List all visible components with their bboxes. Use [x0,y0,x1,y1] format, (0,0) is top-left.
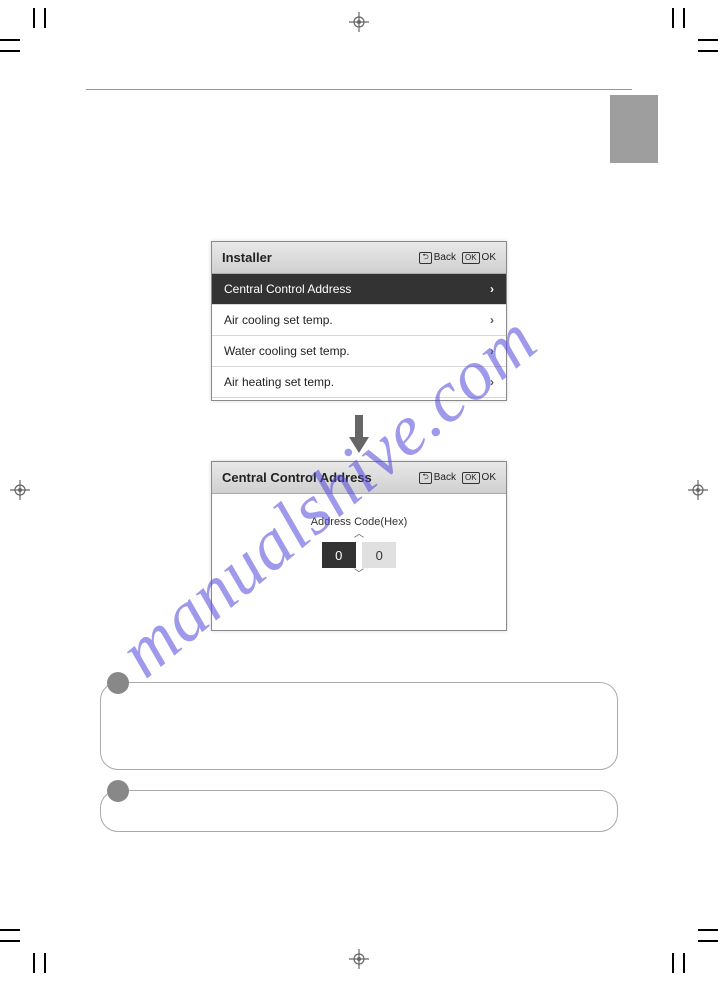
crop-mark [0,50,20,52]
crop-mark [683,953,685,973]
crop-mark [672,8,674,28]
menu-item[interactable]: Water cooling set temp. › [212,336,506,367]
back-label: Back [434,472,456,483]
back-icon: ⮌ [419,472,431,484]
crop-mark [698,50,718,52]
back-button[interactable]: ⮌ Back [419,252,456,264]
back-button[interactable]: ⮌ Back [419,472,456,484]
digit-row: 0 0 [212,542,506,568]
note-box [100,682,618,770]
registration-icon [688,480,708,500]
menu-item[interactable]: Air heating set temp. › [212,367,506,398]
menu-item[interactable]: Central Control Address › [212,274,506,305]
titlebar: Installer ⮌ Back OK OK [212,242,506,274]
digit-0[interactable]: 0 [322,542,356,568]
menu-item-label: Water cooling set temp. [224,344,490,358]
screen-title: Installer [222,250,413,265]
crop-mark [33,8,35,28]
page-tab [610,95,658,163]
crop-mark [44,953,46,973]
crop-mark [683,8,685,28]
address-body: Address Code(Hex) ︿ 0 0 ﹀ [212,494,506,580]
ok-label: OK [482,472,496,483]
menu-list: Central Control Address › Air cooling se… [212,274,506,398]
screen-title: Central Control Address [222,470,413,485]
crop-mark [698,39,718,41]
digit-1[interactable]: 0 [362,542,396,568]
chevron-up-icon[interactable]: ︿ [212,530,506,540]
chevron-right-icon: › [490,313,494,327]
ok-icon: OK [462,472,480,484]
arrow-down-icon [349,415,369,455]
crop-mark [33,953,35,973]
menu-item-label: Air cooling set temp. [224,313,490,327]
crop-mark [0,929,20,931]
note-box [100,790,618,832]
crop-mark [0,940,20,942]
crop-mark [698,940,718,942]
crop-mark [44,8,46,28]
page-rule [86,89,632,90]
ok-icon: OK [462,252,480,264]
chevron-down-icon[interactable]: ﹀ [212,570,506,580]
ok-button[interactable]: OK OK [462,252,496,264]
menu-item-label: Air heating set temp. [224,375,490,389]
registration-icon [349,12,369,32]
menu-item-label: Central Control Address [224,282,490,296]
installer-screen: Installer ⮌ Back OK OK Central Control A… [211,241,507,401]
ok-button[interactable]: OK OK [462,472,496,484]
titlebar: Central Control Address ⮌ Back OK OK [212,462,506,494]
chevron-right-icon: › [490,375,494,389]
crop-mark [698,929,718,931]
crop-mark [672,953,674,973]
registration-icon [349,949,369,969]
menu-item[interactable]: Air cooling set temp. › [212,305,506,336]
address-code-label: Address Code(Hex) [212,516,506,528]
back-label: Back [434,252,456,263]
chevron-right-icon: › [490,344,494,358]
address-screen: Central Control Address ⮌ Back OK OK Add… [211,461,507,631]
ok-label: OK [482,252,496,263]
chevron-right-icon: › [490,282,494,296]
note-dot-icon [107,780,129,802]
note-dot-icon [107,672,129,694]
crop-mark [0,39,20,41]
registration-icon [10,480,30,500]
back-icon: ⮌ [419,252,431,264]
